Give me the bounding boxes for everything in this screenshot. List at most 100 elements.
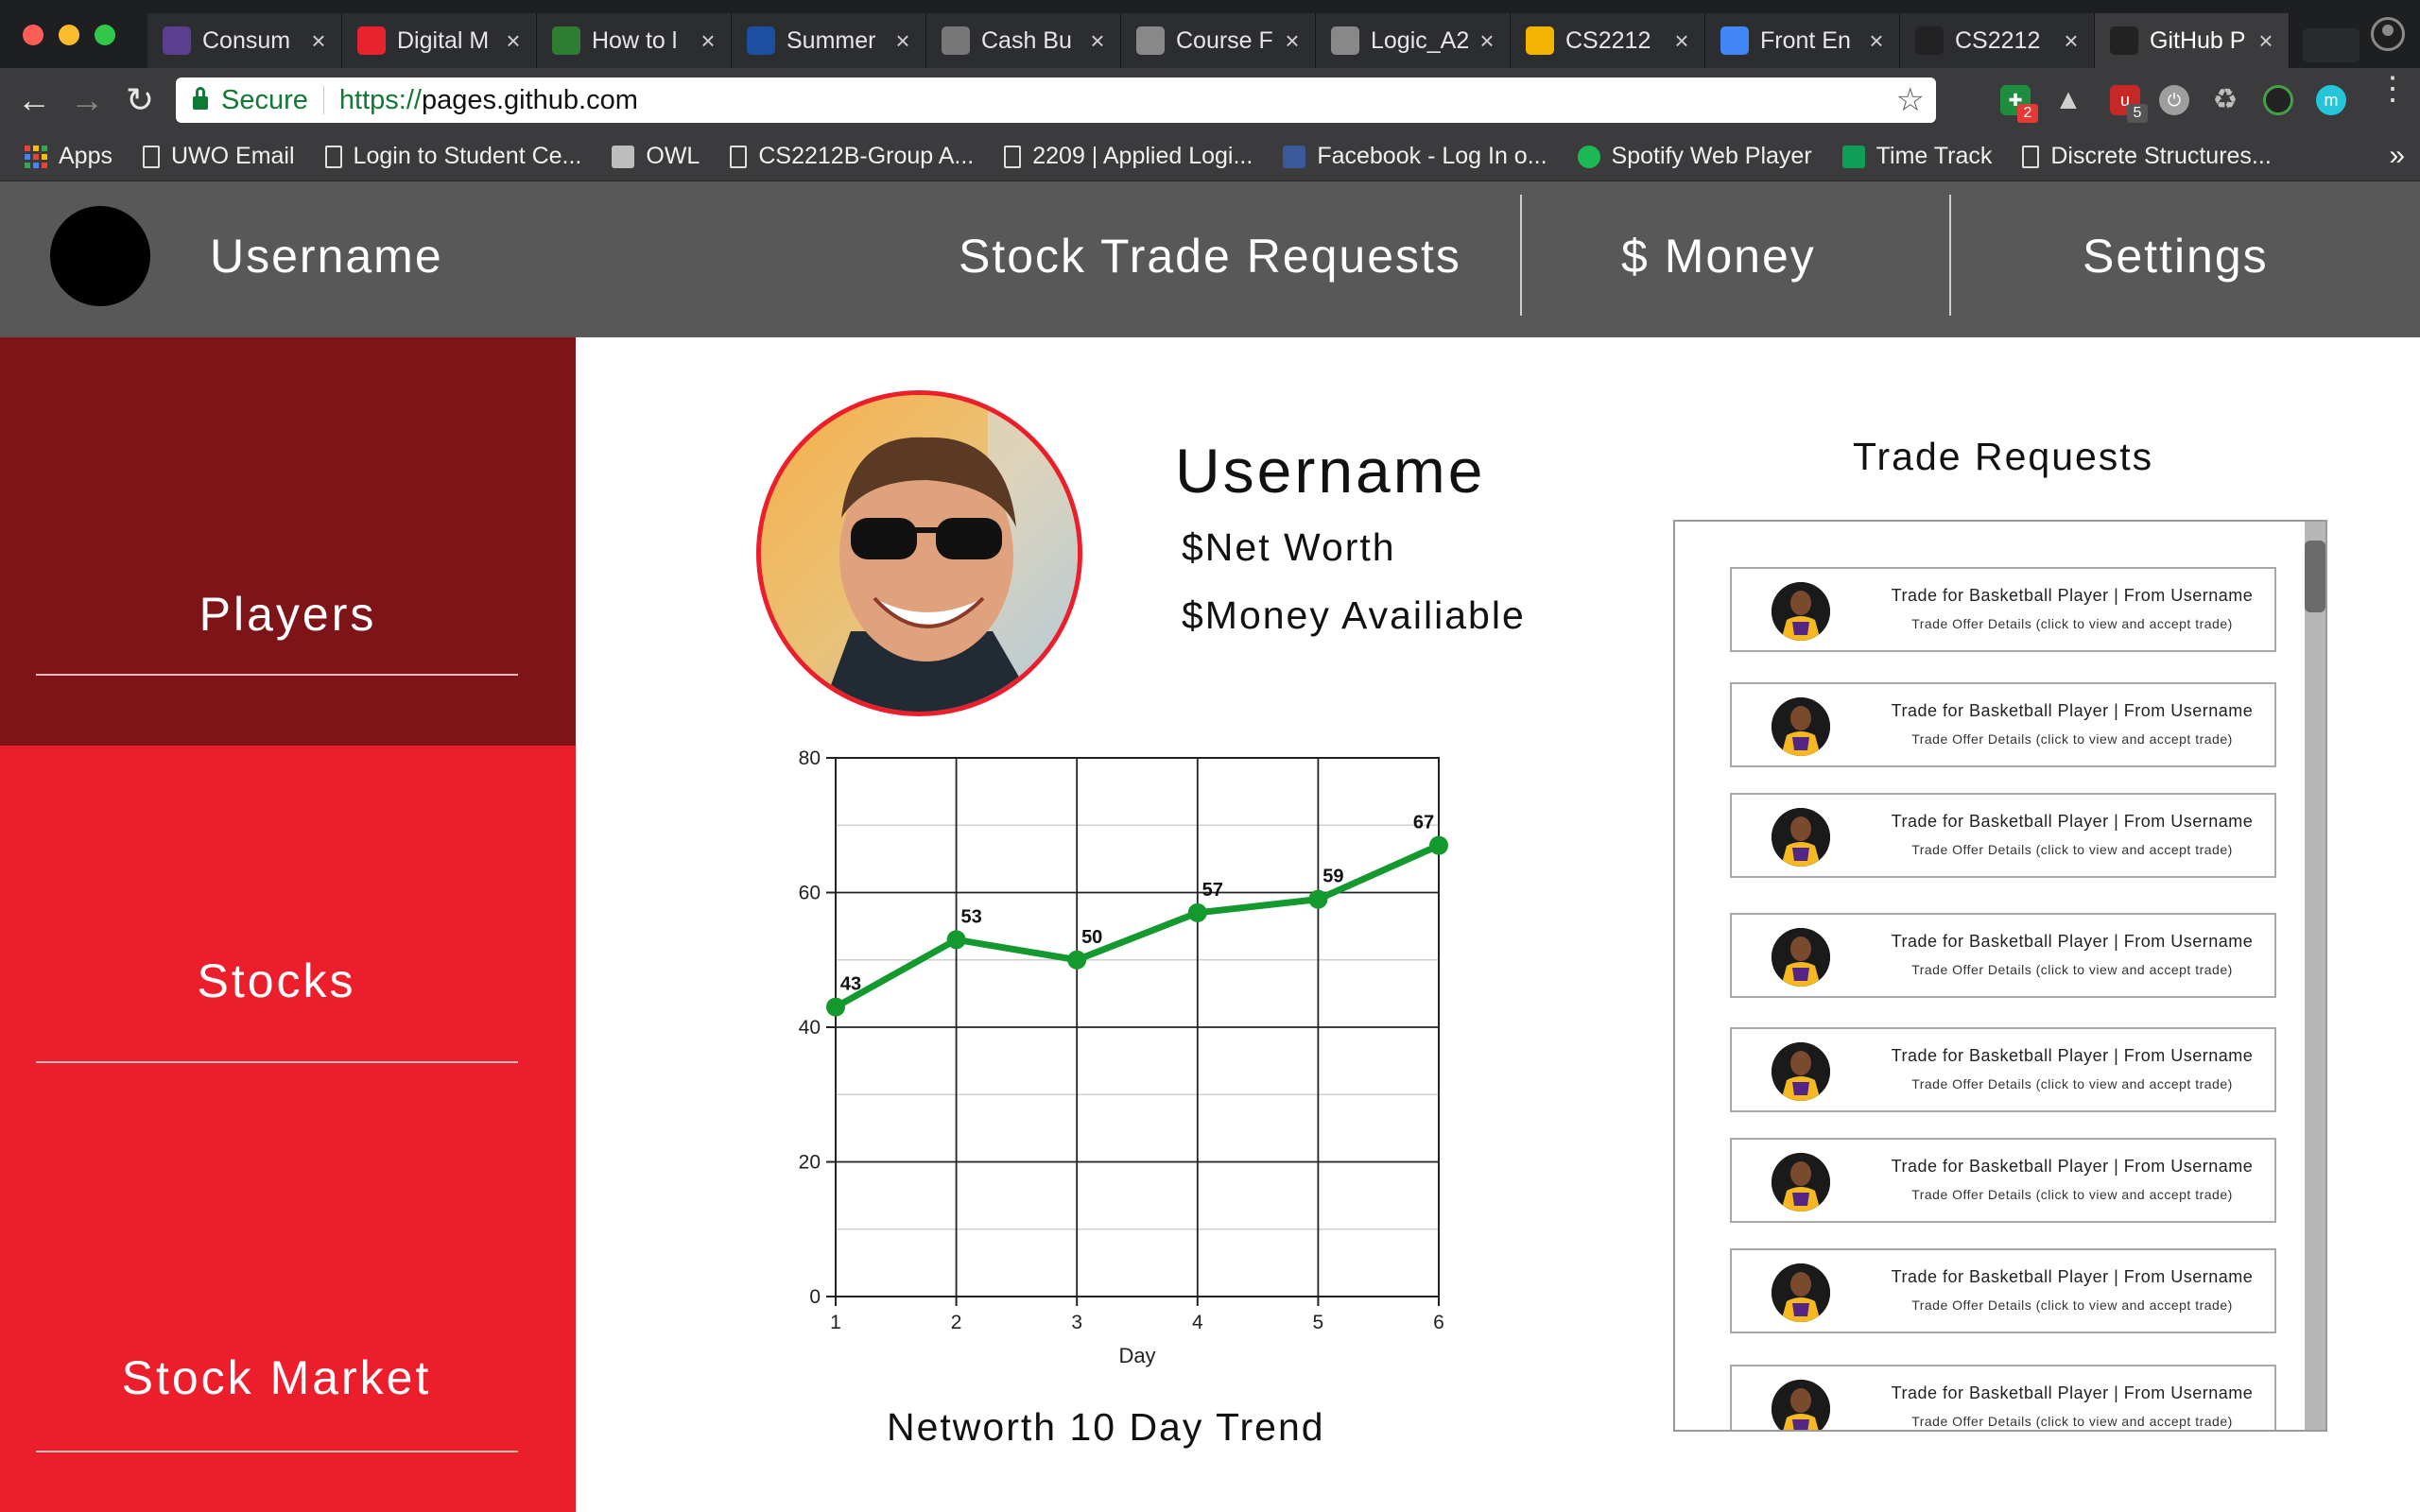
browser-tab[interactable]: CS2212 × bbox=[1900, 13, 2095, 68]
tab-close-icon[interactable]: × bbox=[697, 26, 719, 56]
trade-request-detail[interactable]: Trade Offer Details (click to view and a… bbox=[1874, 962, 2271, 977]
browser-tab[interactable]: Cash Bu × bbox=[926, 13, 1121, 68]
bookmark-item[interactable]: Discrete Structures... bbox=[2022, 143, 2272, 170]
x-axis-label: Day bbox=[1118, 1344, 1155, 1367]
extension-badge: 2 bbox=[2017, 104, 2038, 123]
browser-tab[interactable]: Logic_A2 × bbox=[1316, 13, 1511, 68]
data-point bbox=[1308, 889, 1328, 909]
browser-tab[interactable]: How to l × bbox=[537, 13, 732, 68]
maximize-window-button[interactable] bbox=[95, 25, 115, 45]
trade-request-card[interactable]: Trade for Basketball Player | From Usern… bbox=[1730, 1248, 2276, 1333]
trade-request-card[interactable]: Trade for Basketball Player | From Usern… bbox=[1730, 913, 2276, 998]
m-extension-icon[interactable]: m bbox=[2316, 85, 2346, 115]
tab-close-icon[interactable]: × bbox=[2060, 26, 2083, 56]
trade-request-card[interactable]: Trade for Basketball Player | From Usern… bbox=[1730, 682, 2276, 767]
data-label: 53 bbox=[960, 906, 981, 927]
sidebar-divider bbox=[36, 1061, 518, 1063]
profile-icon[interactable] bbox=[2371, 17, 2405, 51]
sidebar-item-players[interactable]: Players bbox=[0, 337, 576, 746]
trade-request-detail[interactable]: Trade Offer Details (click to view and a… bbox=[1874, 616, 2271, 631]
recycle-extension-icon[interactable]: ♻ bbox=[2210, 85, 2240, 115]
tab-close-icon[interactable]: × bbox=[1670, 26, 1693, 56]
facebook-icon bbox=[1283, 145, 1306, 168]
sidebar-item-stocks[interactable]: Stocks bbox=[0, 746, 576, 1143]
animal-icon bbox=[942, 26, 970, 55]
browser-tab[interactable]: Summer × bbox=[732, 13, 926, 68]
minimize-window-button[interactable] bbox=[59, 25, 79, 45]
scrollbar-thumb[interactable] bbox=[2305, 541, 2325, 612]
header-username[interactable]: Username bbox=[210, 229, 443, 284]
trade-request-title: Trade for Basketball Player | From Usern… bbox=[1891, 1157, 2254, 1176]
player-avatar bbox=[1772, 808, 1830, 867]
trade-request-title: Trade for Basketball Player | From Usern… bbox=[1891, 1046, 2254, 1065]
color-picker-extension-icon[interactable] bbox=[2263, 85, 2293, 115]
bookmark-item[interactable]: 2209 | Applied Logi... bbox=[1004, 143, 1253, 170]
data-point bbox=[826, 997, 845, 1017]
scrollbar[interactable] bbox=[2305, 522, 2325, 1430]
browser-menu-icon[interactable]: ⋮ bbox=[2377, 73, 2409, 105]
nav-money[interactable]: $ Money bbox=[1621, 229, 1816, 284]
trade-request-detail[interactable]: Trade Offer Details (click to view and a… bbox=[1874, 1187, 2271, 1202]
bookmark-item[interactable]: UWO Email bbox=[142, 143, 295, 170]
trade-request-detail[interactable]: Trade Offer Details (click to view and a… bbox=[1874, 1076, 2271, 1091]
sidebar-item-stock-market[interactable]: Stock Market bbox=[0, 1143, 576, 1512]
nav-stock-trade-requests[interactable]: Stock Trade Requests bbox=[959, 229, 1461, 284]
trade-request-detail[interactable]: Trade Offer Details (click to view and a… bbox=[1874, 842, 2271, 857]
sidebar-item-label: Stock Market bbox=[121, 1351, 432, 1404]
trade-request-detail[interactable]: Trade Offer Details (click to view and a… bbox=[1874, 1414, 2271, 1429]
tab-close-icon[interactable]: × bbox=[307, 26, 330, 56]
x-tick-label: 2 bbox=[951, 1312, 962, 1333]
tab-close-icon[interactable]: × bbox=[1865, 26, 1888, 56]
url-scheme: https:// bbox=[338, 84, 422, 115]
browser-tab[interactable]: Digital M × bbox=[342, 13, 537, 68]
new-tab-button[interactable] bbox=[2303, 28, 2360, 62]
tab-close-icon[interactable]: × bbox=[502, 26, 525, 56]
trade-requests-list[interactable]: Trade for Basketball Player | From Usern… bbox=[1673, 520, 2327, 1432]
browser-tab[interactable]: Consum × bbox=[147, 13, 342, 68]
tab-close-icon[interactable]: × bbox=[891, 26, 914, 56]
browser-tab[interactable]: CS2212 × bbox=[1511, 13, 1705, 68]
extension-puzzle-icon[interactable]: ✚ 2 bbox=[2000, 85, 2038, 123]
bookmark-item[interactable]: Apps bbox=[25, 143, 112, 170]
bookmark-item[interactable]: Time Track bbox=[1841, 143, 1992, 170]
browser-tab[interactable]: Front En × bbox=[1705, 13, 1900, 68]
header-avatar[interactable] bbox=[50, 206, 150, 306]
address-bar[interactable]: Secure https:// pages.github.com ☆ bbox=[176, 77, 1936, 123]
back-arrow-icon[interactable]: ← bbox=[15, 81, 53, 119]
tab-close-icon[interactable]: × bbox=[1476, 26, 1498, 56]
trade-request-card[interactable]: Trade for Basketball Player | From Usern… bbox=[1730, 1138, 2276, 1223]
power-extension-icon[interactable]: ⏻ bbox=[2159, 85, 2189, 115]
bookmark-label: Login to Student Ce... bbox=[353, 143, 582, 169]
bookmarks-overflow-icon[interactable]: » bbox=[2389, 140, 2405, 172]
reload-icon[interactable]: ↻ bbox=[121, 81, 159, 119]
forward-arrow-icon[interactable]: → bbox=[68, 81, 106, 119]
trade-request-detail[interactable]: Trade Offer Details (click to view and a… bbox=[1874, 1297, 2271, 1313]
nav-settings[interactable]: Settings bbox=[2083, 229, 2269, 284]
bookmark-item[interactable]: Facebook - Log In o... bbox=[1283, 143, 1547, 170]
bookmark-item[interactable]: Spotify Web Player bbox=[1577, 143, 1812, 170]
tab-close-icon[interactable]: × bbox=[1281, 26, 1304, 56]
docs-icon bbox=[1720, 26, 1749, 55]
bookmark-item[interactable]: CS2212B-Group A... bbox=[730, 143, 974, 170]
spotify-icon bbox=[1577, 145, 1600, 168]
trade-request-card[interactable]: Trade for Basketball Player | From Usern… bbox=[1730, 793, 2276, 878]
doc-icon bbox=[142, 145, 160, 168]
trade-request-detail[interactable]: Trade Offer Details (click to view and a… bbox=[1874, 731, 2271, 747]
browser-tab[interactable]: Course F × bbox=[1121, 13, 1316, 68]
trade-request-card[interactable]: Trade for Basketball Player | From Usern… bbox=[1730, 1027, 2276, 1112]
drive-extension-icon[interactable]: ▲ bbox=[2053, 85, 2083, 115]
trade-request-card[interactable]: Trade for Basketball Player | From Usern… bbox=[1730, 567, 2276, 652]
trade-request-card[interactable]: Trade for Basketball Player | From Usern… bbox=[1730, 1365, 2276, 1430]
player-avatar bbox=[1772, 1380, 1830, 1430]
tab-title: Digital M bbox=[397, 26, 490, 54]
tab-close-icon[interactable]: × bbox=[1086, 26, 1109, 56]
bookmark-item[interactable]: OWL bbox=[612, 143, 700, 170]
data-label: 43 bbox=[840, 974, 861, 995]
ublock-extension-icon[interactable]: u5 bbox=[2110, 85, 2148, 123]
bookmark-item[interactable]: Login to Student Ce... bbox=[324, 143, 582, 170]
trade-request-title: Trade for Basketball Player | From Usern… bbox=[1891, 812, 2254, 831]
tab-close-icon[interactable]: × bbox=[2255, 26, 2277, 56]
bookmark-star-icon[interactable]: ☆ bbox=[1896, 81, 1925, 119]
browser-tab[interactable]: GitHub P × bbox=[2095, 13, 2290, 68]
close-window-button[interactable] bbox=[23, 25, 43, 45]
